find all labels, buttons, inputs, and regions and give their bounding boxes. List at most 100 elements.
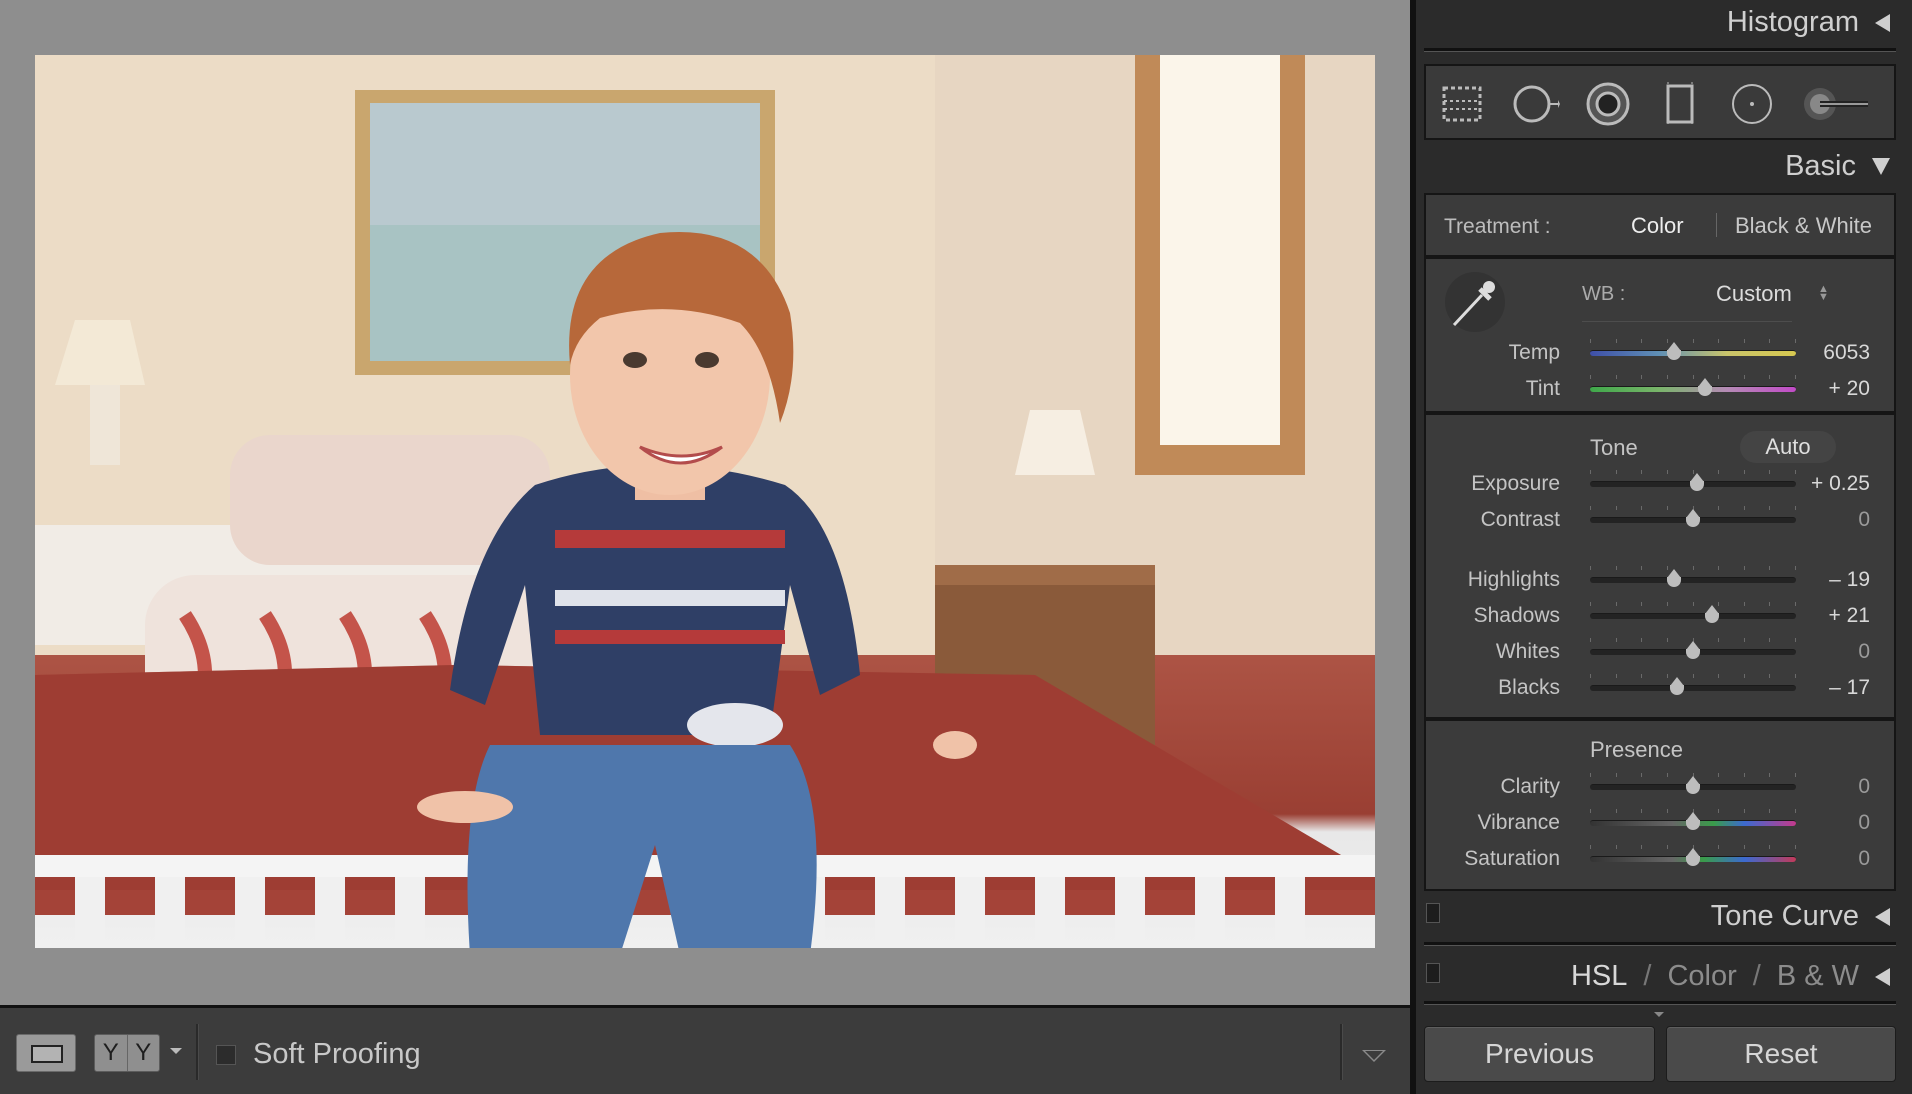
soft-proofing-checkbox[interactable] [216, 1045, 236, 1065]
scroll-indicator-icon [1654, 1012, 1664, 1017]
treatment-separator [1716, 213, 1717, 237]
treatment-label: Treatment : [1444, 215, 1551, 238]
highlights-slider-thumb[interactable] [1665, 569, 1683, 589]
clarity-value[interactable]: 0 [1858, 775, 1870, 799]
exposure-value[interactable]: + 0.25 [1811, 472, 1870, 496]
soft-proofing-label[interactable]: Soft Proofing [253, 1038, 421, 1071]
tool-strip [1424, 64, 1896, 140]
hsl-separator: / [1643, 960, 1652, 992]
highlights-value[interactable]: – 19 [1829, 568, 1870, 592]
shadows-slider[interactable] [1590, 613, 1796, 619]
section-rule [1424, 1001, 1896, 1005]
wb-label: WB : [1582, 283, 1626, 305]
develop-right-panel: Histogram Basic Treatment: Color Black … [1416, 0, 1912, 1094]
white-balance-section: WB : Custom ▲ ▼ Temp 6053 Tint + 20 [1424, 257, 1896, 413]
bottom-toolbar: Y Y Soft Proofing [0, 1005, 1410, 1094]
saturation-slider-thumb[interactable] [1684, 848, 1702, 868]
shadows-label: Shadows [1473, 604, 1560, 627]
radial-filter-icon[interactable] [1728, 80, 1776, 128]
treatment-bw-option[interactable]: Black & White [1735, 213, 1872, 239]
wb-select[interactable]: Custom [1716, 281, 1792, 307]
highlights-label: Highlights [1467, 568, 1560, 591]
presence-section: Presence Clarity 0 Vibrance 0 Saturation… [1424, 719, 1896, 891]
blacks-slider-thumb[interactable] [1668, 677, 1686, 697]
hsl-header[interactable]: HSL / Color / B & W [1571, 960, 1890, 993]
basic-header[interactable]: Basic [1785, 150, 1890, 183]
photo-image [35, 55, 1375, 948]
exposure-label: Exposure [1471, 472, 1560, 495]
tone-section: Tone Auto Exposure + 0.25 Contrast 0 Hig… [1424, 413, 1896, 719]
temp-value[interactable]: 6053 [1823, 341, 1870, 365]
shadows-ticks [1590, 602, 1796, 606]
temp-label: Temp [1508, 341, 1560, 364]
tone-title: Tone [1590, 435, 1638, 460]
highlights-slider[interactable] [1590, 577, 1796, 583]
before-after-right-label: Y [135, 1039, 152, 1066]
shadows-value[interactable]: + 21 [1829, 604, 1870, 628]
section-rule [1424, 942, 1896, 946]
presence-title: Presence [1590, 737, 1683, 762]
treatment-section: Treatment : Color Black & White [1424, 193, 1896, 257]
saturation-value[interactable]: 0 [1858, 847, 1870, 871]
temp-slider[interactable] [1590, 350, 1796, 356]
tint-slider[interactable] [1590, 386, 1796, 392]
loupe-icon [31, 1045, 63, 1063]
tint-value[interactable]: + 20 [1829, 377, 1870, 401]
collapse-left-icon [1875, 907, 1890, 926]
before-after-button[interactable]: Y Y [94, 1034, 160, 1072]
exposure-slider-thumb[interactable] [1688, 473, 1706, 493]
temp-slider-thumb[interactable] [1665, 342, 1683, 362]
treatment-color-option[interactable]: Color [1631, 213, 1684, 239]
blacks-value[interactable]: – 17 [1829, 676, 1870, 700]
shadows-slider-thumb[interactable] [1703, 605, 1721, 625]
toolbar-options-chevron-icon[interactable] [1362, 1050, 1386, 1062]
whites-value[interactable]: 0 [1858, 640, 1870, 664]
tint-ticks [1590, 375, 1796, 379]
hsl-separator: / [1752, 960, 1761, 992]
blacks-slider[interactable] [1590, 685, 1796, 691]
tone-curve-toggle[interactable] [1426, 903, 1440, 923]
contrast-label: Contrast [1480, 508, 1560, 531]
loupe-view-button[interactable] [16, 1034, 76, 1072]
tone-auto-button[interactable]: Auto [1740, 431, 1836, 463]
hsl-tab[interactable]: HSL [1571, 960, 1627, 993]
section-rule [1424, 48, 1896, 52]
tint-slider-thumb[interactable] [1696, 378, 1714, 398]
vibrance-value[interactable]: 0 [1858, 811, 1870, 835]
red-eye-icon[interactable] [1584, 80, 1632, 128]
toolbar-divider [196, 1024, 199, 1080]
histogram-title: Histogram [1726, 6, 1859, 38]
spot-removal-icon[interactable] [1512, 80, 1560, 128]
whites-label: Whites [1495, 640, 1560, 663]
image-viewer[interactable] [0, 0, 1410, 1005]
vibrance-slider-thumb[interactable] [1684, 812, 1702, 832]
highlights-ticks [1590, 566, 1796, 570]
photo[interactable] [35, 55, 1375, 948]
before-after-dropdown-icon[interactable] [170, 1048, 182, 1054]
vibrance-label: Vibrance [1477, 811, 1560, 834]
contrast-slider-thumb[interactable] [1684, 509, 1702, 529]
tone-curve-header[interactable]: Tone Curve [1711, 900, 1890, 933]
collapse-left-icon [1875, 13, 1890, 32]
collapse-left-icon [1875, 967, 1890, 986]
reset-button[interactable]: Reset [1666, 1026, 1896, 1082]
bw-tab[interactable]: B & W [1777, 960, 1859, 993]
tone-curve-title: Tone Curve [1710, 900, 1859, 932]
crop-overlay-icon[interactable] [1438, 80, 1486, 128]
clarity-slider-thumb[interactable] [1684, 776, 1702, 796]
previous-button[interactable]: Previous [1424, 1026, 1655, 1082]
wb-stepper-icon[interactable]: ▲ ▼ [1818, 284, 1829, 303]
whites-slider-thumb[interactable] [1684, 641, 1702, 661]
before-after-left-label: Y [95, 1035, 128, 1071]
histogram-header[interactable]: Histogram [1727, 6, 1890, 39]
clarity-label: Clarity [1500, 775, 1560, 798]
graduated-filter-icon[interactable] [1656, 80, 1704, 128]
expand-down-icon [1872, 158, 1890, 175]
wb-divider [1582, 321, 1792, 322]
color-tab[interactable]: Color [1667, 960, 1736, 993]
hsl-toggle[interactable] [1426, 963, 1440, 983]
eyedropper-icon[interactable] [1442, 269, 1508, 335]
contrast-value[interactable]: 0 [1858, 508, 1870, 532]
blacks-ticks [1590, 674, 1796, 678]
adjustment-brush-icon[interactable] [1802, 80, 1872, 128]
